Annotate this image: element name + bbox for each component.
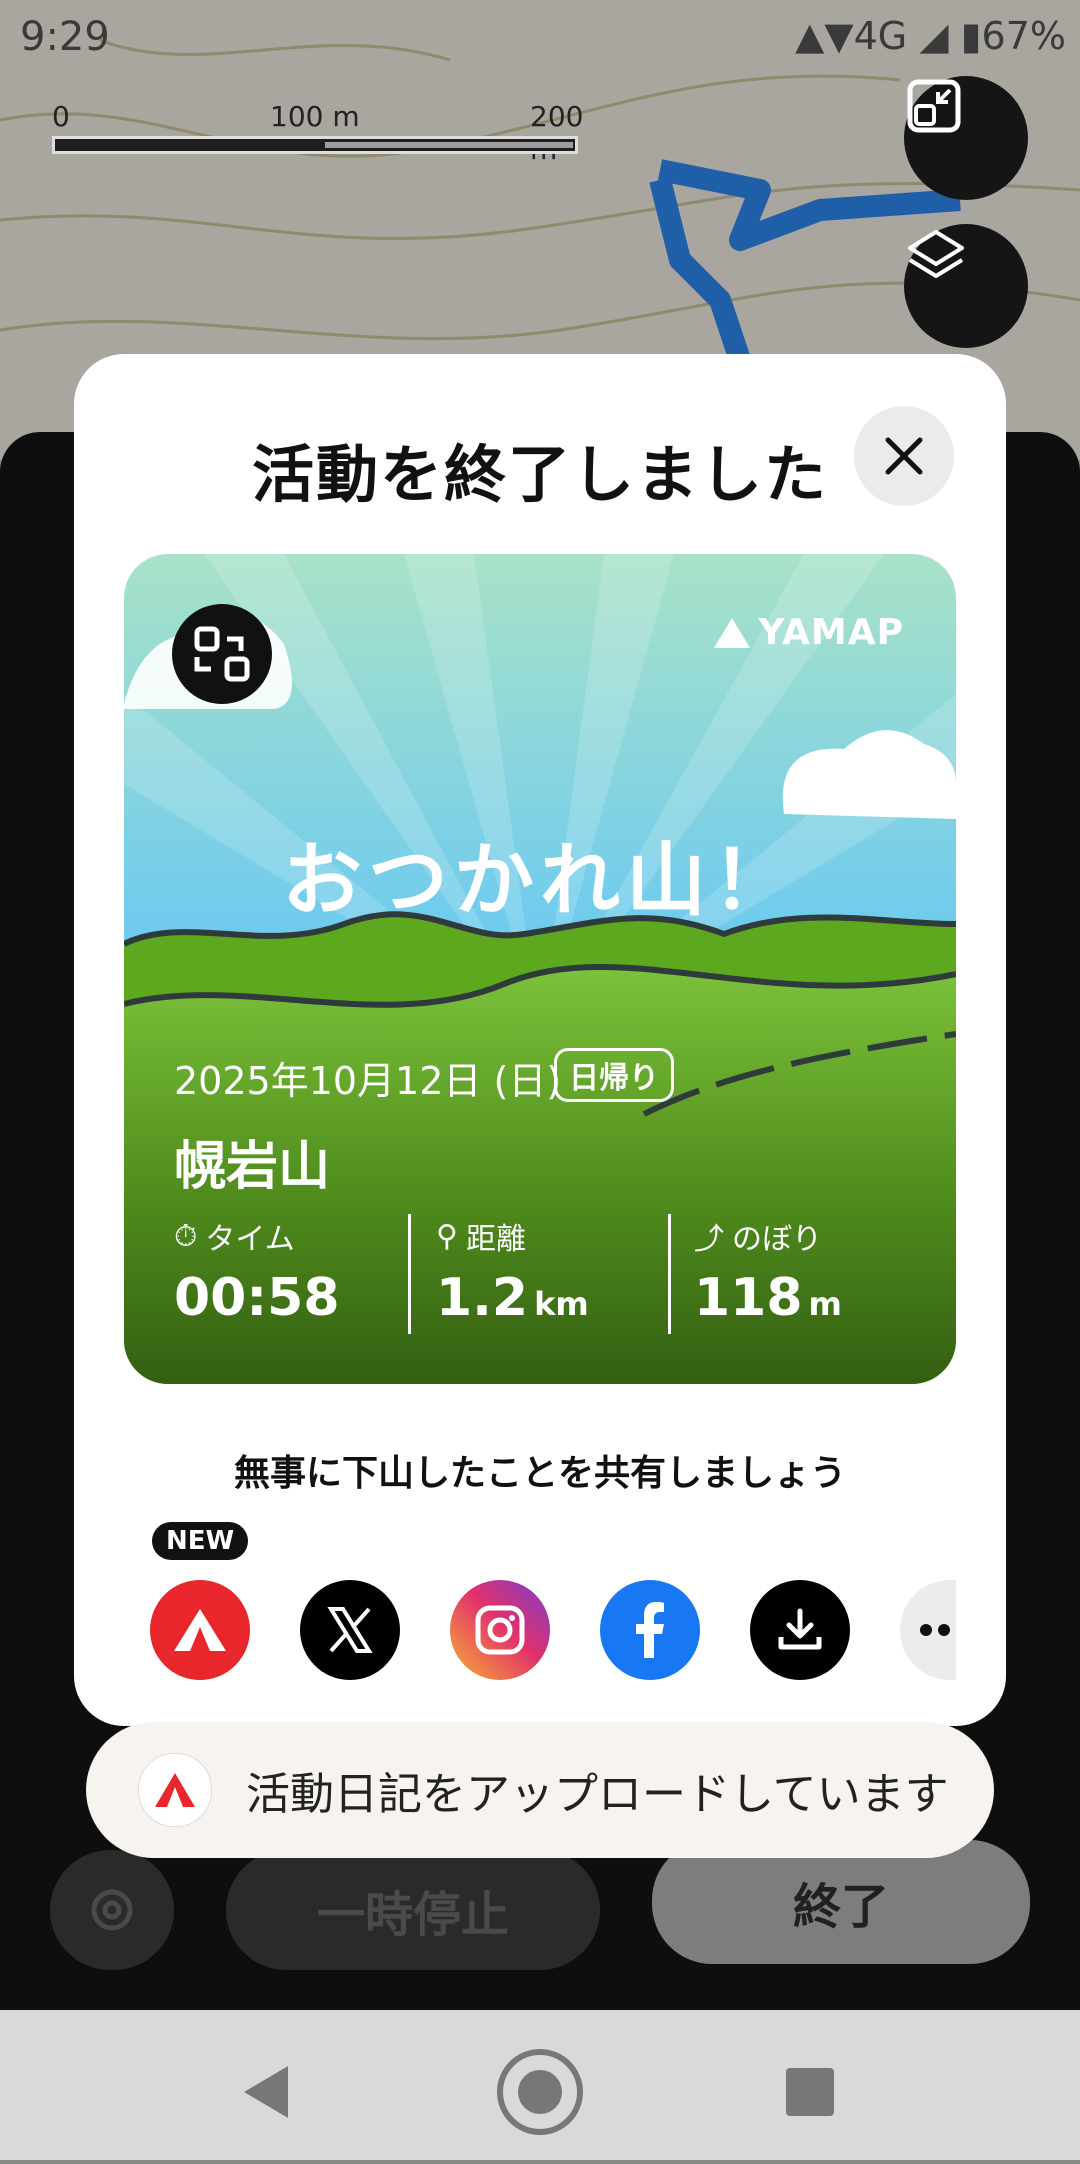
instagram-icon [475, 1605, 525, 1655]
system-nav-bar [0, 2010, 1080, 2160]
yamap-logo-icon [714, 617, 751, 648]
scale-label-100: 100 m [270, 100, 360, 133]
settings-button[interactable] [50, 1850, 174, 1970]
facebook-icon [636, 1602, 664, 1658]
stat-time: ⏱ タイム 00:58 [174, 1214, 340, 1329]
close-button[interactable] [854, 406, 954, 506]
download-icon [778, 1608, 822, 1650]
stat-time-label: タイム [205, 1222, 295, 1257]
status-time: 9:29 [20, 14, 110, 60]
nav-buttons [244, 2049, 834, 2135]
status-bar: 9:29 ▲▼4G ◢ ▮67% [0, 0, 1080, 76]
share-x-button[interactable] [300, 1580, 400, 1680]
stat-ascent-label: のぼり [732, 1222, 822, 1257]
x-icon [327, 1607, 373, 1653]
stat-divider [408, 1214, 411, 1334]
more-share-button[interactable] [900, 1580, 956, 1680]
stat-distance: ⚲ 距離 1.2 km [436, 1214, 589, 1329]
save-image-button[interactable] [750, 1580, 850, 1680]
stat-divider [668, 1214, 671, 1334]
yamap-icon [155, 1773, 195, 1807]
recents-icon[interactable] [786, 2068, 834, 2116]
upload-toast: 活動日記をアップロードしています [86, 1722, 994, 1858]
mountain-name: 幌岩山 [174, 1137, 331, 1197]
scale-bar-line [52, 136, 578, 154]
scale-label-200: 200 m [530, 100, 584, 166]
layers-button[interactable] [904, 224, 1028, 348]
stat-ascent: ⤴ のぼり 118 m [694, 1214, 842, 1328]
gear-icon [91, 1889, 133, 1931]
brand-logo: YAMAP [712, 612, 904, 653]
new-badge: NEW [152, 1522, 249, 1560]
share-instagram-button[interactable] [450, 1580, 550, 1680]
bg-row [60, 1072, 70, 1107]
stat-ascent-unit: m [808, 1285, 842, 1323]
layers-icon [908, 230, 964, 278]
status-right: ▲▼4G ◢ ▮67% [795, 14, 1066, 58]
share-message: 無事に下山したことを共有しましょう [233, 1453, 846, 1494]
stop-button[interactable]: 終了 [652, 1840, 1030, 1964]
scale-label-0: 0 [52, 100, 70, 133]
pause-button[interactable]: 一時停止 [226, 1850, 600, 1970]
stat-distance-unit: km [534, 1285, 589, 1323]
yamap-icon [174, 1609, 226, 1651]
swap-image-button[interactable] [172, 604, 272, 704]
back-icon[interactable] [244, 2066, 288, 2118]
share-facebook-button[interactable] [600, 1580, 700, 1680]
close-icon [885, 437, 923, 475]
battery-label: 67% [981, 14, 1066, 58]
activity-date: 2025年10月12日 (日) [174, 1059, 562, 1103]
stat-time-value: 00:58 [174, 1268, 340, 1328]
more-icon [920, 1624, 950, 1636]
network-label: 4G [853, 14, 908, 58]
fit-route-icon [907, 79, 961, 133]
stopwatch-icon: ⏱ [174, 1218, 198, 1254]
summary-card: YAMAP おつかれ山！ 2025年10月12日 (日) 日帰り 幌岩山 ⏱ タイ… [124, 554, 956, 1384]
brand-name: YAMAP [758, 612, 904, 653]
scale-bar: 0 100 m 200 m [52, 100, 583, 166]
stat-distance-value: 1.2 [436, 1268, 529, 1328]
activity-finished-dialog: 活動を終了しました YAMAP おつかれ山！ 2025年10月12日 (日) 日… [74, 354, 1006, 1726]
stat-distance-label: 距離 [465, 1222, 526, 1257]
share-yamap-button[interactable] [150, 1580, 250, 1680]
fit-route-button[interactable] [904, 76, 1028, 200]
distance-icon: ⚲ [436, 1218, 458, 1254]
toast-icon [138, 1753, 212, 1827]
stat-ascent-value: 118 [694, 1268, 803, 1328]
card-headline: おつかれ山！ [282, 834, 798, 927]
ascent-icon: ⤴ [694, 1222, 724, 1257]
trip-type-badge: 日帰り [554, 1048, 674, 1102]
toast-text: 活動日記をアップロードしています [246, 1769, 949, 1820]
swap-icon [194, 626, 250, 682]
